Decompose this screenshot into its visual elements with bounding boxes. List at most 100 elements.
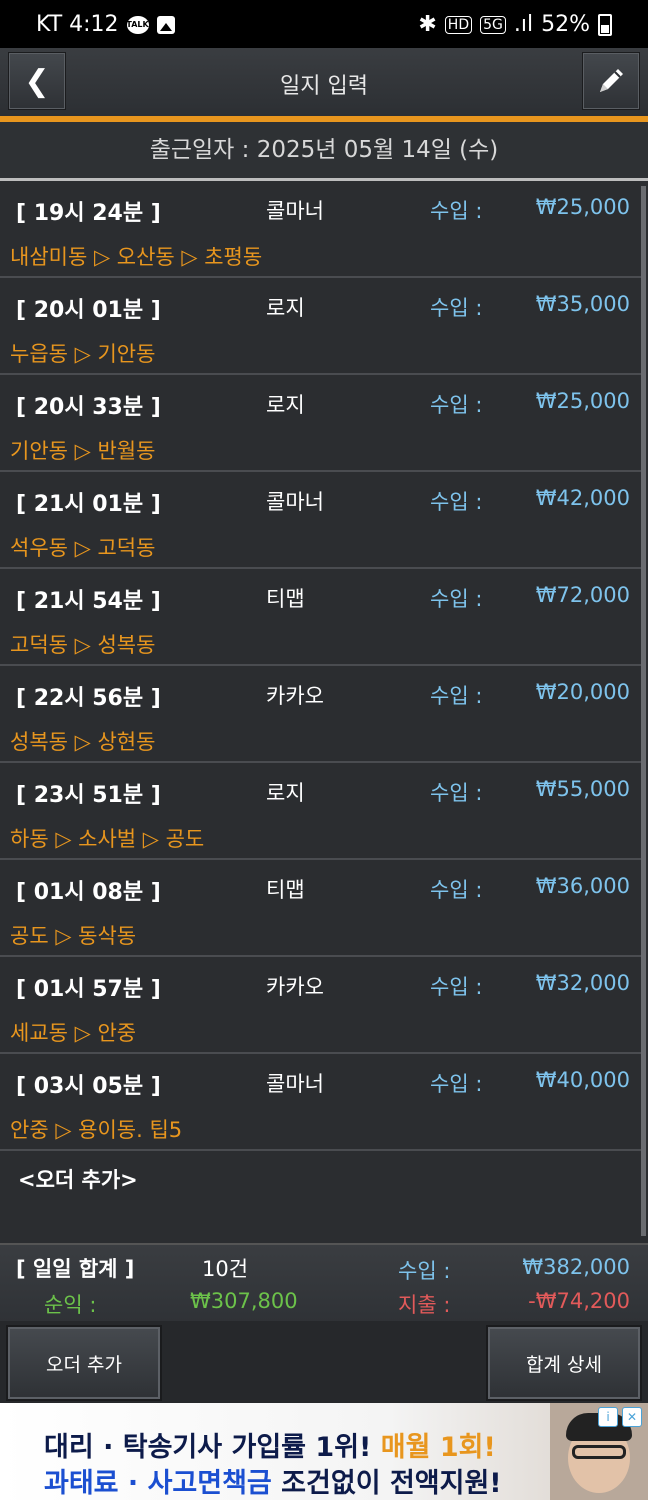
order-list[interactable]: [ 19시 24분 ] 콜마너 수입 : ₩25,000 내삼미동 ▷ 오산동 … [0, 181, 646, 1243]
ad-line-2: 과태료 · 사고면책금 조건없이 전액지원! [44, 1461, 502, 1500]
order-time: [ 22시 56분 ] [16, 686, 161, 711]
order-time: [ 01시 08분 ] [16, 880, 161, 905]
order-time: [ 21시 54분 ] [16, 589, 161, 614]
app-header: ❮ 일지 입력 [0, 48, 648, 116]
order-amount: ₩36,000 [535, 874, 630, 898]
order-time: [ 20시 33분 ] [16, 395, 161, 420]
order-route: 누읍동 ▷ 기안동 [10, 342, 156, 366]
order-row[interactable]: [ 19시 24분 ] 콜마너 수입 : ₩25,000 내삼미동 ▷ 오산동 … [0, 181, 646, 278]
income-label: 수입 : [430, 393, 483, 417]
ad-text: 조건없이 전액지원! [271, 1468, 502, 1499]
order-company: 카카오 [266, 684, 324, 708]
order-route: 공도 ▷ 동삭동 [10, 924, 137, 948]
ad-highlight: 매월 1회! [380, 1432, 496, 1463]
order-row[interactable]: [ 23시 51분 ] 로지 수입 : ₩55,000 하동 ▷ 소사벌 ▷ 공… [0, 763, 646, 860]
edit-button[interactable] [582, 52, 640, 110]
bottom-toolbar: 오더 추가 합계 상세 [0, 1321, 648, 1403]
order-route: 내삼미동 ▷ 오산동 ▷ 초평동 [10, 245, 263, 269]
order-row[interactable]: [ 01시 57분 ] 카카오 수입 : ₩32,000 세교동 ▷ 안중 [0, 957, 646, 1054]
order-route: 고덕동 ▷ 성복동 [10, 633, 156, 657]
gallery-icon [156, 15, 175, 34]
total-detail-button[interactable]: 합계 상세 [486, 1325, 642, 1401]
hd-icon: HD [444, 15, 473, 34]
order-company: 티맵 [266, 878, 305, 902]
summary-expense: -₩74,200 [528, 1289, 630, 1313]
network-5g-icon: 5G [480, 15, 506, 34]
pencil-icon [600, 69, 623, 92]
income-label: 수입 : [430, 878, 483, 902]
order-amount: ₩32,000 [535, 971, 630, 995]
order-amount: ₩25,000 [535, 389, 630, 413]
signal-icon: .ıl [513, 12, 534, 37]
order-row[interactable]: [ 03시 05분 ] 콜마너 수입 : ₩40,000 안중 ▷ 용이동. 팁… [0, 1054, 646, 1151]
income-label: 수입 : [430, 781, 483, 805]
status-time: KT 4:12 [36, 12, 119, 37]
income-label: 수입 : [430, 684, 483, 708]
order-route: 하동 ▷ 소사벌 ▷ 공도 [10, 827, 205, 851]
order-amount: ₩42,000 [535, 486, 630, 510]
order-amount: ₩72,000 [535, 583, 630, 607]
income-label: 수입 : [430, 587, 483, 611]
summary-income: ₩382,000 [522, 1255, 630, 1279]
order-amount: ₩35,000 [535, 292, 630, 316]
order-time: [ 01시 57분 ] [16, 977, 161, 1002]
summary-net: ₩307,800 [190, 1289, 298, 1313]
work-date: 출근일자 : 2025년 05월 14일 (수) [0, 122, 648, 178]
bluetooth-icon: ✱ [418, 12, 437, 37]
ad-choices[interactable]: i ✕ [598, 1407, 642, 1427]
order-row[interactable]: [ 01시 08분 ] 티맵 수입 : ₩36,000 공도 ▷ 동삭동 [0, 860, 646, 957]
daily-summary: [ 일일 합계 ] 10건 수입 : ₩382,000 순익 : ₩307,80… [0, 1243, 648, 1323]
order-company: 카카오 [266, 975, 324, 999]
income-label: 수입 : [430, 490, 483, 514]
order-company: 티맵 [266, 587, 305, 611]
ad-highlight: 과태료 · 사고면책금 [44, 1468, 272, 1499]
order-company: 로지 [266, 296, 305, 320]
battery-icon [598, 13, 612, 36]
add-order-list-label: <오더 추가> [18, 1168, 138, 1192]
order-row[interactable]: [ 22시 56분 ] 카카오 수입 : ₩20,000 성복동 ▷ 상현동 [0, 666, 646, 763]
order-amount: ₩55,000 [535, 777, 630, 801]
order-amount: ₩25,000 [535, 195, 630, 219]
order-route: 기안동 ▷ 반월동 [10, 439, 156, 463]
status-bar: KT 4:12 TALK ✱ HD 5G .ıl 52% [0, 0, 648, 48]
order-row[interactable]: [ 21시 54분 ] 티맵 수입 : ₩72,000 고덕동 ▷ 성복동 [0, 569, 646, 666]
order-company: 로지 [266, 781, 305, 805]
order-company: 콜마너 [266, 199, 324, 223]
order-company: 로지 [266, 393, 305, 417]
order-route: 안중 ▷ 용이동. 팁5 [10, 1118, 183, 1142]
summary-net-label: 순익 : [44, 1293, 97, 1317]
order-time: [ 20시 01분 ] [16, 298, 161, 323]
order-route: 세교동 ▷ 안중 [10, 1021, 137, 1045]
info-icon[interactable]: i [598, 1407, 618, 1427]
battery-level: 52% [541, 12, 590, 37]
summary-count: 10건 [202, 1257, 249, 1281]
order-time: [ 03시 05분 ] [16, 1074, 161, 1099]
income-label: 수입 : [430, 199, 483, 223]
income-label: 수입 : [430, 296, 483, 320]
page-title: 일지 입력 [280, 74, 368, 99]
close-icon[interactable]: ✕ [622, 1407, 642, 1427]
scrollbar[interactable] [641, 186, 646, 1236]
order-time: [ 23시 51분 ] [16, 783, 161, 808]
add-order-button[interactable]: 오더 추가 [6, 1325, 162, 1401]
order-time: [ 19시 24분 ] [16, 201, 161, 226]
summary-title: [ 일일 합계 ] [16, 1257, 135, 1281]
add-order-list-item[interactable]: <오더 추가> [0, 1151, 646, 1211]
order-time: [ 21시 01분 ] [16, 492, 161, 517]
order-row[interactable]: [ 21시 01분 ] 콜마너 수입 : ₩42,000 석우동 ▷ 고덕동 [0, 472, 646, 569]
order-route: 석우동 ▷ 고덕동 [10, 536, 156, 560]
ad-text: 대리 · 탁송기사 가입률 1위! [44, 1432, 381, 1463]
order-row[interactable]: [ 20시 01분 ] 로지 수입 : ₩35,000 누읍동 ▷ 기안동 [0, 278, 646, 375]
summary-expense-label: 지출 : [398, 1293, 451, 1317]
order-row[interactable]: [ 20시 33분 ] 로지 수입 : ₩25,000 기안동 ▷ 반월동 [0, 375, 646, 472]
order-company: 콜마너 [266, 1072, 324, 1096]
ad-line-1: 대리 · 탁송기사 가입률 1위! 매월 1회! [44, 1425, 496, 1464]
ad-banner[interactable]: 대리 · 탁송기사 가입률 1위! 매월 1회! 과태료 · 사고면책금 조건없… [0, 1403, 648, 1500]
kakaotalk-icon: TALK [126, 15, 149, 34]
order-route: 성복동 ▷ 상현동 [10, 730, 156, 754]
order-company: 콜마너 [266, 490, 324, 514]
income-label: 수입 : [430, 1072, 483, 1096]
income-label: 수입 : [430, 975, 483, 999]
summary-income-label: 수입 : [398, 1259, 451, 1283]
order-amount: ₩40,000 [535, 1068, 630, 1092]
